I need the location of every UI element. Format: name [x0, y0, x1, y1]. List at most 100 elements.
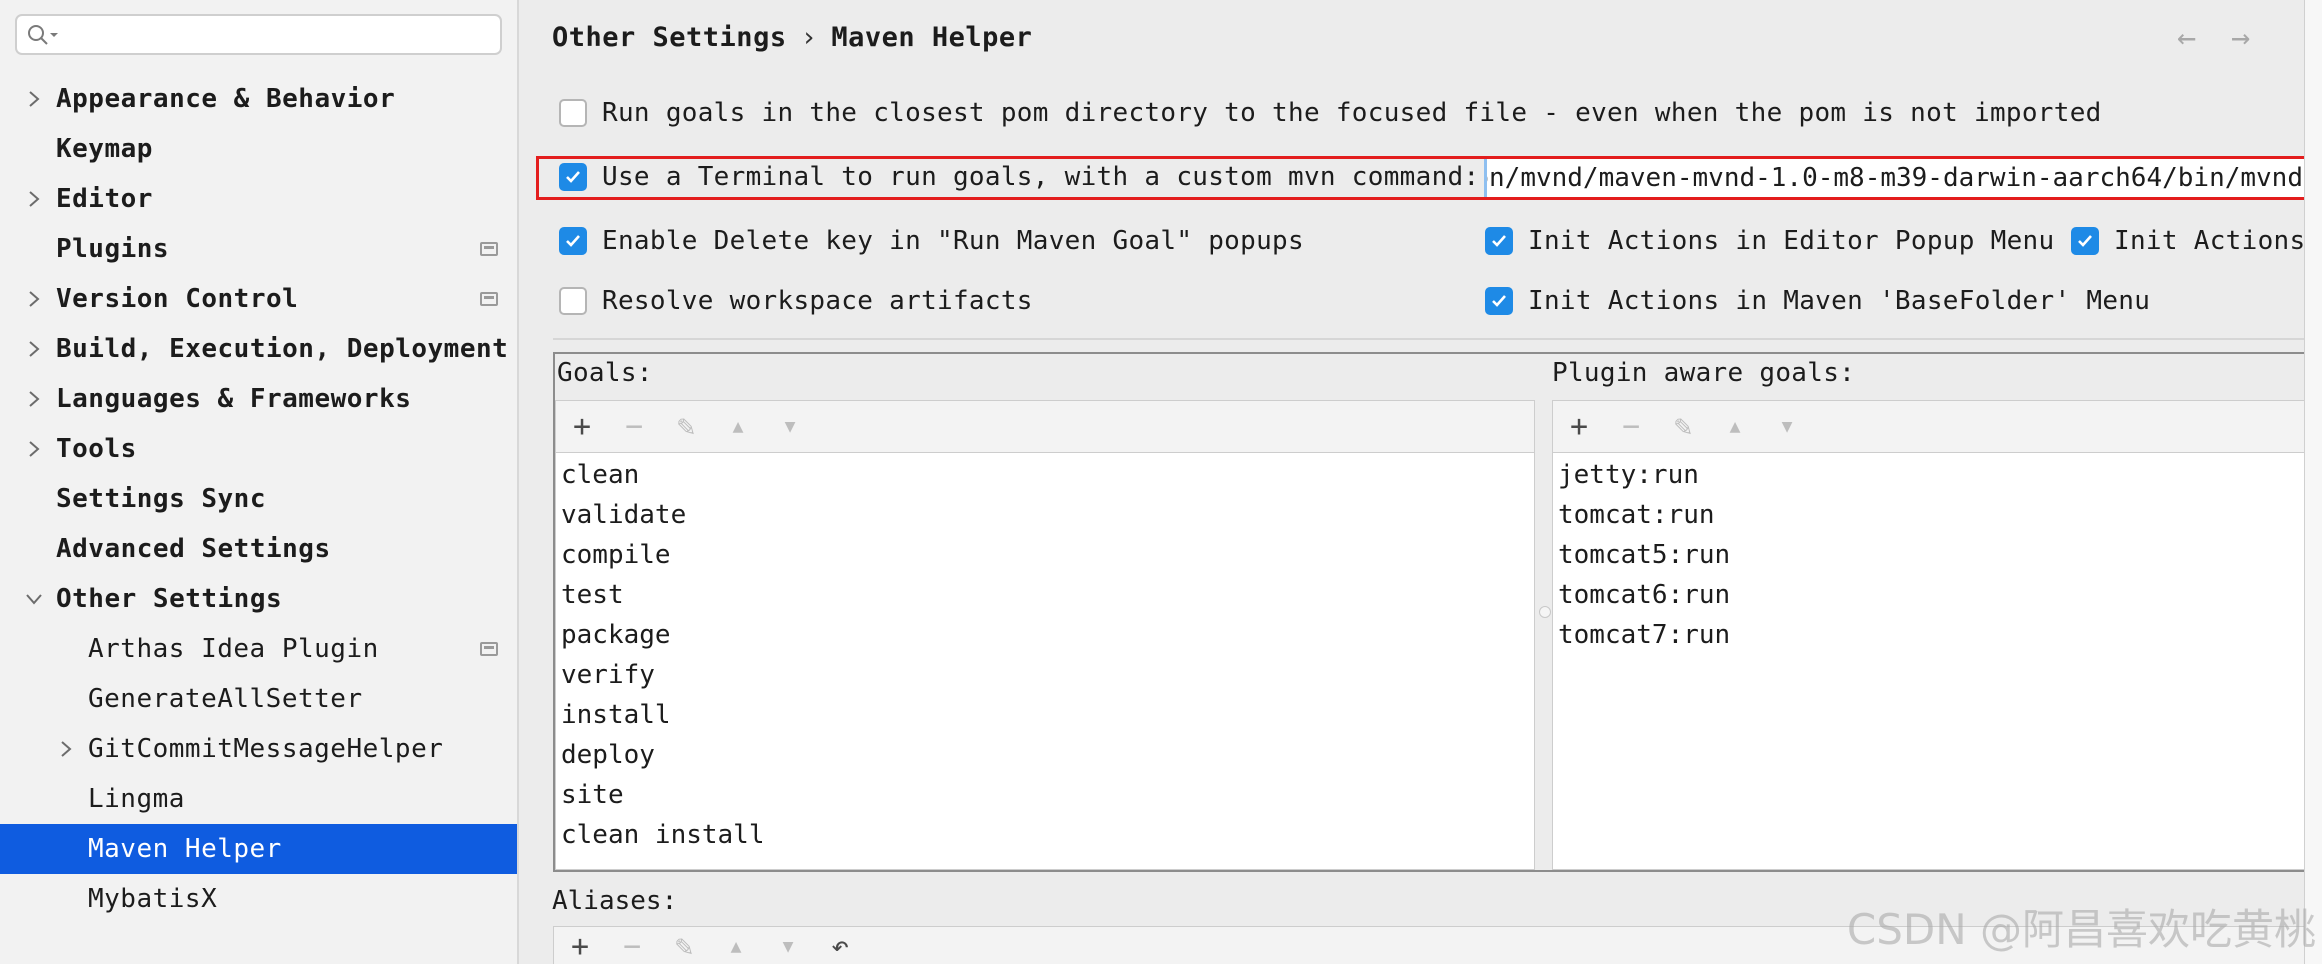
sidebar-item-other-settings[interactable]: Other Settings: [0, 574, 517, 624]
use-terminal-option[interactable]: Use a Terminal to run goals, with a cust…: [559, 162, 1479, 192]
mvn-command-value: on/mvnd/maven-mvnd-1.0-m8-m39-darwin-aar…: [1484, 163, 2303, 193]
sidebar-item-tools[interactable]: Tools: [0, 424, 517, 474]
edit-alias-button[interactable]: ✎: [658, 920, 710, 964]
sidebar-item-arthas-idea-plugin[interactable]: Arthas Idea Plugin: [0, 624, 517, 674]
settings-sidebar: Appearance & Behavior Keymap Editor Plug…: [0, 0, 519, 964]
checkmark-icon: [566, 171, 580, 183]
chevron-right-icon[interactable]: [24, 189, 44, 209]
enable-delete-option[interactable]: Enable Delete key in "Run Maven Goal" po…: [559, 226, 1304, 256]
closest-pom-option[interactable]: Run goals in the closest pom directory t…: [559, 98, 2102, 128]
sidebar-item-keymap[interactable]: Keymap: [0, 124, 517, 174]
init-actions-other-option[interactable]: Init Actions: [2071, 226, 2305, 256]
resolve-workspace-label: Resolve workspace artifacts: [602, 286, 1033, 316]
move-up-button[interactable]: ▲: [1709, 401, 1761, 453]
list-item[interactable]: compile: [556, 535, 1534, 575]
list-item[interactable]: deploy: [556, 735, 1534, 775]
remove-goal-button[interactable]: −: [608, 401, 660, 453]
sidebar-item-editor[interactable]: Editor: [0, 174, 517, 224]
list-item[interactable]: site: [556, 775, 1534, 815]
sidebar-item-settings-sync[interactable]: Settings Sync: [0, 474, 517, 524]
sidebar-item-build-execution-deployment[interactable]: Build, Execution, Deployment: [0, 324, 517, 374]
remove-plugin-goal-button[interactable]: −: [1605, 401, 1657, 453]
chevron-down-icon[interactable]: [24, 589, 44, 609]
sidebar-item-version-control[interactable]: Version Control: [0, 274, 517, 324]
remove-alias-button[interactable]: −: [606, 920, 658, 964]
sidebar-item-label: Arthas Idea Plugin: [88, 634, 379, 664]
init-editor-popup-option[interactable]: Init Actions in Editor Popup Menu: [1485, 226, 2054, 256]
sidebar-item-label: Languages & Frameworks: [56, 384, 412, 414]
move-up-button[interactable]: ▲: [712, 401, 764, 453]
move-up-button[interactable]: ▲: [710, 920, 762, 964]
mvn-command-input[interactable]: on/mvnd/maven-mvnd-1.0-m8-m39-darwin-aar…: [1484, 158, 2322, 198]
sidebar-item-label: Build, Execution, Deployment: [56, 334, 509, 364]
sidebar-item-mybatisx[interactable]: MybatisX: [0, 874, 517, 924]
list-item[interactable]: jetty:run: [1553, 455, 2321, 495]
list-item[interactable]: tomcat6:run: [1553, 575, 2321, 615]
sidebar-item-plugins[interactable]: Plugins: [0, 224, 517, 274]
project-level-icon: [480, 642, 498, 656]
resolve-workspace-option[interactable]: Resolve workspace artifacts: [559, 286, 1033, 316]
breadcrumb-parent[interactable]: Other Settings: [552, 22, 787, 53]
list-item[interactable]: clean install: [556, 815, 1534, 855]
sidebar-item-advanced-settings[interactable]: Advanced Settings: [0, 524, 517, 574]
aliases-title: Aliases:: [552, 886, 678, 916]
sidebar-item-label: Maven Helper: [88, 834, 282, 864]
move-down-button[interactable]: ▼: [762, 920, 814, 964]
add-alias-button[interactable]: +: [554, 920, 606, 964]
chevron-right-icon[interactable]: [24, 289, 44, 309]
add-plugin-goal-button[interactable]: +: [1553, 401, 1605, 453]
list-item[interactable]: test: [556, 575, 1534, 615]
plugin-goals-title: Plugin aware goals:: [1552, 358, 1856, 388]
resolve-workspace-checkbox[interactable]: [559, 287, 587, 315]
list-item[interactable]: validate: [556, 495, 1534, 535]
init-editor-popup-checkbox[interactable]: [1485, 227, 1513, 255]
sidebar-item-label: Appearance & Behavior: [56, 84, 396, 114]
separator: [553, 338, 2322, 340]
chevron-right-icon[interactable]: [24, 339, 44, 359]
sidebar-item-generateallsetter[interactable]: GenerateAllSetter: [0, 674, 517, 724]
move-down-button[interactable]: ▼: [1761, 401, 1813, 453]
chevron-right-icon[interactable]: [24, 89, 44, 109]
init-actions-other-label: Init Actions: [2114, 226, 2306, 256]
chevron-right-icon[interactable]: [24, 389, 44, 409]
list-item[interactable]: install: [556, 695, 1534, 735]
list-item[interactable]: clean: [556, 455, 1534, 495]
sidebar-item-label: Plugins: [56, 234, 170, 264]
init-basefolder-checkbox[interactable]: [1485, 287, 1513, 315]
back-arrow-icon[interactable]: ←: [2177, 18, 2196, 56]
sidebar-item-languages-frameworks[interactable]: Languages & Frameworks: [0, 374, 517, 424]
sidebar-item-gitcommitmessagehelper[interactable]: GitCommitMessageHelper: [0, 724, 517, 774]
closest-pom-checkbox[interactable]: [559, 99, 587, 127]
init-editor-popup-label: Init Actions in Editor Popup Menu: [1528, 226, 2055, 256]
forward-arrow-icon[interactable]: →: [2231, 18, 2250, 56]
chevron-right-icon[interactable]: [24, 439, 44, 459]
search-field[interactable]: [15, 14, 502, 55]
undo-icon[interactable]: ↶: [814, 920, 866, 964]
search-input[interactable]: [59, 18, 489, 50]
plugin-goals-list: jetty:run tomcat:run tomcat5:run tomcat6…: [1552, 452, 2322, 870]
sidebar-item-appearance-behavior[interactable]: Appearance & Behavior: [0, 74, 517, 124]
edit-goal-button[interactable]: ✎: [660, 401, 712, 453]
splitter-handle[interactable]: [1539, 606, 1551, 618]
move-down-button[interactable]: ▼: [764, 401, 816, 453]
list-item[interactable]: tomcat5:run: [1553, 535, 2321, 575]
edit-plugin-goal-button[interactable]: ✎: [1657, 401, 1709, 453]
sidebar-item-label: Lingma: [88, 784, 185, 814]
sidebar-item-maven-helper[interactable]: Maven Helper: [0, 824, 517, 874]
plugin-goals-toolbar: + − ✎ ▲ ▼: [1552, 400, 2322, 452]
init-basefolder-option[interactable]: Init Actions in Maven 'BaseFolder' Menu: [1485, 286, 2150, 316]
init-actions-other-checkbox[interactable]: [2071, 227, 2099, 255]
list-item[interactable]: tomcat:run: [1553, 495, 2321, 535]
list-item[interactable]: verify: [556, 655, 1534, 695]
chevron-right-icon[interactable]: [56, 739, 76, 759]
enable-delete-checkbox[interactable]: [559, 227, 587, 255]
list-item[interactable]: package: [556, 615, 1534, 655]
sidebar-item-lingma[interactable]: Lingma: [0, 774, 517, 824]
add-goal-button[interactable]: +: [556, 401, 608, 453]
list-item[interactable]: tomcat7:run: [1553, 615, 2321, 655]
project-level-icon: [480, 242, 498, 256]
goals-toolbar: + − ✎ ▲ ▼: [555, 400, 1535, 452]
sidebar-item-label: GenerateAllSetter: [88, 684, 363, 714]
use-terminal-checkbox[interactable]: [559, 163, 587, 191]
sidebar-item-label: MybatisX: [88, 884, 218, 914]
